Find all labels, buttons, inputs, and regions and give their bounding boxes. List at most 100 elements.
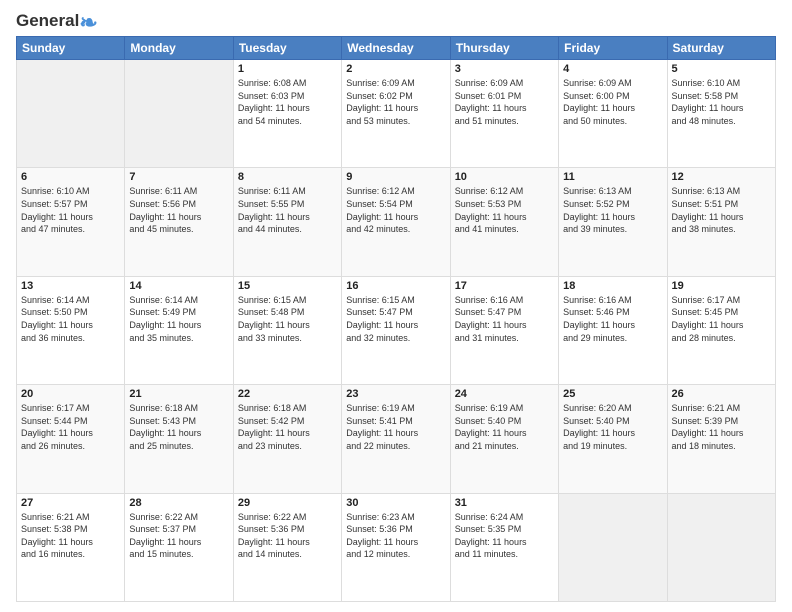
page: General❧ SundayMondayTuesdayWednesdayThu… xyxy=(0,0,792,612)
calendar-cell: 14 Sunrise: 6:14 AM Sunset: 5:49 PM Dayli… xyxy=(125,276,233,384)
day-number: 22 xyxy=(238,388,337,400)
day-info: Sunrise: 6:12 AM Sunset: 5:54 PM Dayligh… xyxy=(346,185,445,235)
day-number: 14 xyxy=(129,280,228,292)
day-number: 25 xyxy=(563,388,662,400)
calendar-cell: 7 Sunrise: 6:11 AM Sunset: 5:56 PM Daylig… xyxy=(125,168,233,276)
day-number: 1 xyxy=(238,63,337,75)
calendar-cell xyxy=(559,493,667,601)
calendar-cell: 6Sunrise: 6:10 AM Sunset: 5:57 PM Daylig… xyxy=(17,168,125,276)
calendar-cell: 9 Sunrise: 6:12 AM Sunset: 5:54 PM Daylig… xyxy=(342,168,450,276)
calendar-cell: 22 Sunrise: 6:18 AM Sunset: 5:42 PM Dayli… xyxy=(233,385,341,493)
day-number: 29 xyxy=(238,497,337,509)
day-info: Sunrise: 6:23 AM Sunset: 5:36 PM Dayligh… xyxy=(346,511,445,561)
calendar-cell: 3 Sunrise: 6:09 AM Sunset: 6:01 PM Daylig… xyxy=(450,60,558,168)
calendar-cell: 20 Sunrise: 6:17 AM Sunset: 5:44 PM Dayli… xyxy=(17,385,125,493)
day-info: Sunrise: 6:09 AM Sunset: 6:02 PM Dayligh… xyxy=(346,77,445,127)
calendar-week-row: 13 Sunrise: 6:14 AM Sunset: 5:50 PM Dayli… xyxy=(17,276,776,384)
day-header-tuesday: Tuesday xyxy=(233,37,341,60)
calendar-cell: 28 Sunrise: 6:22 AM Sunset: 5:37 PM Dayli… xyxy=(125,493,233,601)
header: General❧ xyxy=(16,12,776,30)
logo-text: General❧ xyxy=(16,12,98,34)
day-header-thursday: Thursday xyxy=(450,37,558,60)
calendar-table: SundayMondayTuesdayWednesdayThursdayFrid… xyxy=(16,36,776,602)
calendar-cell: 27Sunrise: 6:21 AM Sunset: 5:38 PM Dayli… xyxy=(17,493,125,601)
day-number: 15 xyxy=(238,280,337,292)
day-info: Sunrise: 6:22 AM Sunset: 5:36 PM Dayligh… xyxy=(238,511,337,561)
calendar-cell: 8Sunrise: 6:11 AM Sunset: 5:55 PM Daylig… xyxy=(233,168,341,276)
calendar-cell: 25 Sunrise: 6:20 AM Sunset: 5:40 PM Dayli… xyxy=(559,385,667,493)
day-info: Sunrise: 6:22 AM Sunset: 5:37 PM Dayligh… xyxy=(129,511,228,561)
day-header-monday: Monday xyxy=(125,37,233,60)
day-info: Sunrise: 6:09 AM Sunset: 6:01 PM Dayligh… xyxy=(455,77,554,127)
day-info: Sunrise: 6:18 AM Sunset: 5:43 PM Dayligh… xyxy=(129,402,228,452)
calendar-cell xyxy=(667,493,775,601)
day-info: Sunrise: 6:16 AM Sunset: 5:47 PM Dayligh… xyxy=(455,294,554,344)
calendar-cell: 18 Sunrise: 6:16 AM Sunset: 5:46 PM Dayli… xyxy=(559,276,667,384)
day-info: Sunrise: 6:14 AM Sunset: 5:49 PM Dayligh… xyxy=(129,294,228,344)
day-header-wednesday: Wednesday xyxy=(342,37,450,60)
day-number: 13 xyxy=(21,280,120,292)
day-header-saturday: Saturday xyxy=(667,37,775,60)
day-info: Sunrise: 6:17 AM Sunset: 5:45 PM Dayligh… xyxy=(672,294,771,344)
day-number: 17 xyxy=(455,280,554,292)
day-number: 27 xyxy=(21,497,120,509)
day-info: Sunrise: 6:08 AM Sunset: 6:03 PM Dayligh… xyxy=(238,77,337,127)
calendar-cell: 24Sunrise: 6:19 AM Sunset: 5:40 PM Dayli… xyxy=(450,385,558,493)
calendar-body: 1 Sunrise: 6:08 AM Sunset: 6:03 PM Daylig… xyxy=(17,60,776,602)
day-info: Sunrise: 6:14 AM Sunset: 5:50 PM Dayligh… xyxy=(21,294,120,344)
day-info: Sunrise: 6:10 AM Sunset: 5:58 PM Dayligh… xyxy=(672,77,771,127)
day-info: Sunrise: 6:09 AM Sunset: 6:00 PM Dayligh… xyxy=(563,77,662,127)
day-info: Sunrise: 6:12 AM Sunset: 5:53 PM Dayligh… xyxy=(455,185,554,235)
day-number: 23 xyxy=(346,388,445,400)
day-number: 10 xyxy=(455,171,554,183)
calendar-cell: 12Sunrise: 6:13 AM Sunset: 5:51 PM Dayli… xyxy=(667,168,775,276)
calendar-cell: 4Sunrise: 6:09 AM Sunset: 6:00 PM Daylig… xyxy=(559,60,667,168)
calendar-week-row: 6Sunrise: 6:10 AM Sunset: 5:57 PM Daylig… xyxy=(17,168,776,276)
calendar-cell: 10 Sunrise: 6:12 AM Sunset: 5:53 PM Dayli… xyxy=(450,168,558,276)
calendar-cell: 26Sunrise: 6:21 AM Sunset: 5:39 PM Dayli… xyxy=(667,385,775,493)
day-number: 5 xyxy=(672,63,771,75)
day-info: Sunrise: 6:10 AM Sunset: 5:57 PM Dayligh… xyxy=(21,185,120,235)
logo: General❧ xyxy=(16,12,98,30)
day-number: 20 xyxy=(21,388,120,400)
calendar-cell: 11 Sunrise: 6:13 AM Sunset: 5:52 PM Dayli… xyxy=(559,168,667,276)
calendar-cell: 30Sunrise: 6:23 AM Sunset: 5:36 PM Dayli… xyxy=(342,493,450,601)
day-number: 3 xyxy=(455,63,554,75)
day-info: Sunrise: 6:18 AM Sunset: 5:42 PM Dayligh… xyxy=(238,402,337,452)
calendar-cell xyxy=(125,60,233,168)
day-number: 2 xyxy=(346,63,445,75)
calendar-cell: 16 Sunrise: 6:15 AM Sunset: 5:47 PM Dayli… xyxy=(342,276,450,384)
day-number: 28 xyxy=(129,497,228,509)
day-number: 16 xyxy=(346,280,445,292)
calendar-week-row: 20 Sunrise: 6:17 AM Sunset: 5:44 PM Dayli… xyxy=(17,385,776,493)
calendar-cell: 13 Sunrise: 6:14 AM Sunset: 5:50 PM Dayli… xyxy=(17,276,125,384)
calendar-cell: 21Sunrise: 6:18 AM Sunset: 5:43 PM Dayli… xyxy=(125,385,233,493)
day-info: Sunrise: 6:16 AM Sunset: 5:46 PM Dayligh… xyxy=(563,294,662,344)
day-info: Sunrise: 6:19 AM Sunset: 5:41 PM Dayligh… xyxy=(346,402,445,452)
day-header-sunday: Sunday xyxy=(17,37,125,60)
calendar-cell: 1 Sunrise: 6:08 AM Sunset: 6:03 PM Daylig… xyxy=(233,60,341,168)
day-info: Sunrise: 6:20 AM Sunset: 5:40 PM Dayligh… xyxy=(563,402,662,452)
day-number: 11 xyxy=(563,171,662,183)
calendar-week-row: 1 Sunrise: 6:08 AM Sunset: 6:03 PM Daylig… xyxy=(17,60,776,168)
day-number: 7 xyxy=(129,171,228,183)
calendar-cell xyxy=(17,60,125,168)
day-number: 8 xyxy=(238,171,337,183)
day-number: 18 xyxy=(563,280,662,292)
day-info: Sunrise: 6:21 AM Sunset: 5:39 PM Dayligh… xyxy=(672,402,771,452)
calendar-cell: 23 Sunrise: 6:19 AM Sunset: 5:41 PM Dayli… xyxy=(342,385,450,493)
day-info: Sunrise: 6:11 AM Sunset: 5:56 PM Dayligh… xyxy=(129,185,228,235)
day-info: Sunrise: 6:17 AM Sunset: 5:44 PM Dayligh… xyxy=(21,402,120,452)
calendar-week-row: 27Sunrise: 6:21 AM Sunset: 5:38 PM Dayli… xyxy=(17,493,776,601)
calendar-cell: 19Sunrise: 6:17 AM Sunset: 5:45 PM Dayli… xyxy=(667,276,775,384)
day-info: Sunrise: 6:15 AM Sunset: 5:47 PM Dayligh… xyxy=(346,294,445,344)
calendar-cell: 15 Sunrise: 6:15 AM Sunset: 5:48 PM Dayli… xyxy=(233,276,341,384)
day-info: Sunrise: 6:13 AM Sunset: 5:52 PM Dayligh… xyxy=(563,185,662,235)
day-number: 12 xyxy=(672,171,771,183)
day-info: Sunrise: 6:19 AM Sunset: 5:40 PM Dayligh… xyxy=(455,402,554,452)
calendar-cell: 17 Sunrise: 6:16 AM Sunset: 5:47 PM Dayli… xyxy=(450,276,558,384)
day-info: Sunrise: 6:15 AM Sunset: 5:48 PM Dayligh… xyxy=(238,294,337,344)
calendar-cell: 29 Sunrise: 6:22 AM Sunset: 5:36 PM Dayli… xyxy=(233,493,341,601)
day-number: 9 xyxy=(346,171,445,183)
day-number: 31 xyxy=(455,497,554,509)
